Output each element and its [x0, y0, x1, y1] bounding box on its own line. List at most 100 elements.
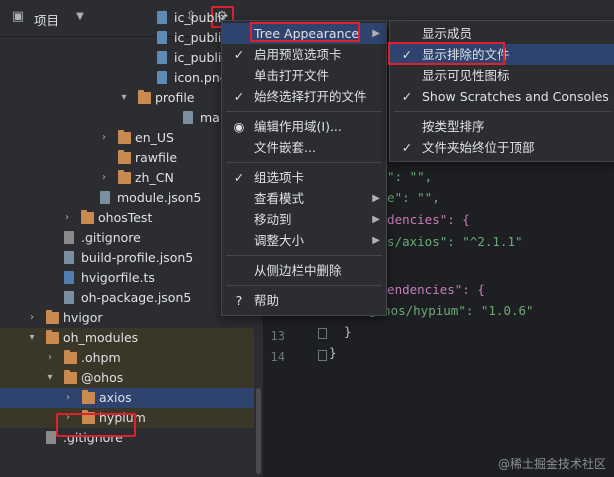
menu-item-label: 文件夹始终位于顶部 [422, 140, 535, 155]
json-file-icon [64, 251, 74, 264]
folder-icon [118, 130, 131, 144]
menu-item-label: 按类型排序 [422, 119, 485, 134]
menu-item-label: 单击打开文件 [254, 68, 330, 83]
chevron-down-icon[interactable]: ▾ [44, 368, 56, 388]
tree-item-label: profile [155, 90, 195, 105]
tree-item[interactable]: › axios [0, 388, 254, 408]
ts-file-icon [64, 271, 74, 284]
tree-item[interactable]: ic_public [0, 8, 254, 28]
menu-item[interactable]: 按类型排序 [390, 116, 614, 137]
fold-marker-icon[interactable] [318, 350, 327, 361]
menu-item[interactable]: 显示可见性图标 [390, 65, 614, 86]
chevron-down-icon[interactable]: ▾ [26, 328, 38, 348]
menu-item[interactable]: ✓ 启用预览选项卡 [222, 44, 386, 65]
tree-item[interactable]: build-profile.json5 [0, 248, 254, 268]
tree-item-label: .gitignore [81, 230, 141, 245]
chevron-right-icon[interactable]: › [61, 208, 73, 228]
chevron-right-icon[interactable]: › [98, 128, 110, 148]
png-file-icon [157, 71, 167, 84]
tree-item[interactable]: › hvigor [0, 308, 254, 328]
menu-item[interactable]: ◉ 编辑作用域(I)... [222, 116, 386, 137]
chevron-right-icon[interactable]: › [26, 308, 38, 328]
menu-item[interactable]: ? 帮助 [222, 290, 386, 311]
chevron-right-icon[interactable]: › [98, 168, 110, 188]
tree-item[interactable]: ▾ @ohos [0, 368, 254, 388]
png-file-icon [157, 51, 167, 64]
menu-separator [226, 255, 382, 256]
tree-item-label: build-profile.json5 [81, 250, 194, 265]
code-line: ependencies": { [372, 282, 485, 297]
tree-item[interactable]: ic_public [0, 48, 254, 68]
menu-item[interactable]: ✓ 始终选择打开的文件 [222, 86, 386, 107]
menu-separator [226, 162, 382, 163]
tree-appearance-submenu: 显示成员 ✓ 显示排除的文件 显示可见性图标 ✓ Show Scratches and C… [388, 20, 614, 162]
cfg-file-icon [64, 231, 74, 244]
folder-icon [118, 170, 131, 184]
tree-item[interactable]: ▾ oh_modules [0, 328, 254, 348]
check-icon: ✓ [233, 47, 245, 62]
folder-icon [82, 390, 95, 404]
tree-item[interactable]: module.json5 [0, 188, 254, 208]
menu-item-label: 查看模式 [254, 191, 305, 206]
menu-item-label: 从侧边栏中删除 [254, 263, 342, 278]
scrollbar-thumb[interactable] [256, 388, 261, 474]
submenu-arrow-icon: ▶ [372, 28, 380, 39]
tree-item[interactable]: › ohosTest [0, 208, 254, 228]
tree-item[interactable]: icon.png [0, 68, 254, 88]
watermark: @稀土掘金技术社区 [497, 457, 606, 471]
submenu-arrow-icon: ▶ [372, 235, 380, 246]
menu-item[interactable]: 单击打开文件 [222, 65, 386, 86]
menu-item[interactable]: ✓ Show Scratches and Consoles [390, 86, 614, 107]
show-excluded-highlight-box [388, 42, 505, 65]
code-line: } [329, 345, 337, 360]
menu-separator [226, 111, 382, 112]
code-line: } [344, 324, 352, 339]
axios-highlight-box [56, 413, 136, 437]
menu-item-label: 显示成员 [422, 26, 473, 41]
tree-item-label: en_US [135, 130, 174, 145]
png-file-icon [157, 31, 167, 44]
menu-item-label: Show Scratches and Consoles [422, 89, 609, 104]
png-file-icon [157, 11, 167, 24]
menu-separator [226, 285, 382, 286]
json-file-icon [100, 191, 110, 204]
line-number: 13 [270, 329, 285, 343]
submenu-arrow-icon: ▶ [372, 193, 380, 204]
tree-item[interactable]: hvigorfile.ts [0, 268, 254, 288]
tree-item-label: ohosTest [98, 210, 153, 225]
tree-item[interactable]: › en_US [0, 128, 254, 148]
chevron-right-icon[interactable]: › [44, 348, 56, 368]
code-line: @ohos/hypium": "1.0.6" [368, 303, 534, 318]
fold-marker-icon[interactable] [318, 328, 327, 339]
menu-item[interactable]: ✓ 组选项卡 [222, 167, 386, 188]
tree-item[interactable]: .gitignore [0, 228, 254, 248]
check-icon: ✓ [233, 170, 245, 185]
tree-item[interactable]: ic_public [0, 28, 254, 48]
menu-item[interactable]: 显示成员 [390, 23, 614, 44]
tree-item[interactable]: › zh_CN [0, 168, 254, 188]
chevron-down-icon[interactable]: ▾ [118, 88, 130, 108]
folder-icon [64, 370, 77, 384]
tree-item[interactable]: ▾ profile [0, 88, 254, 108]
menu-item[interactable]: ✓ 文件夹始终位于顶部 [390, 137, 614, 158]
folder-icon [118, 150, 131, 164]
menu-item[interactable]: 文件嵌套... [222, 137, 386, 158]
menu-item[interactable]: 查看模式 ▶ [222, 188, 386, 209]
menu-item[interactable]: 从侧边栏中删除 [222, 260, 386, 281]
cfg-file-icon [46, 431, 56, 444]
tree-item[interactable]: oh-package.json5 [0, 288, 254, 308]
tree-item[interactable]: rawfile [0, 148, 254, 168]
menu-item-label: 帮助 [254, 293, 280, 308]
menu-item[interactable]: 移动到 ▶ [222, 209, 386, 230]
folder-icon [46, 310, 59, 324]
check-icon: ✓ [401, 140, 413, 155]
menu-item-label: 编辑作用域(I)... [254, 119, 342, 134]
chevron-right-icon[interactable]: › [62, 388, 74, 408]
tree-appearance-highlight-box [250, 22, 360, 42]
folder-icon [46, 330, 59, 344]
tree-item[interactable]: main_pa [0, 108, 254, 128]
menu-item[interactable]: 调整大小 ▶ [222, 230, 386, 251]
tree-item-label: icon.png [174, 70, 228, 85]
tree-item[interactable]: › .ohpm [0, 348, 254, 368]
folder-icon [81, 210, 94, 224]
